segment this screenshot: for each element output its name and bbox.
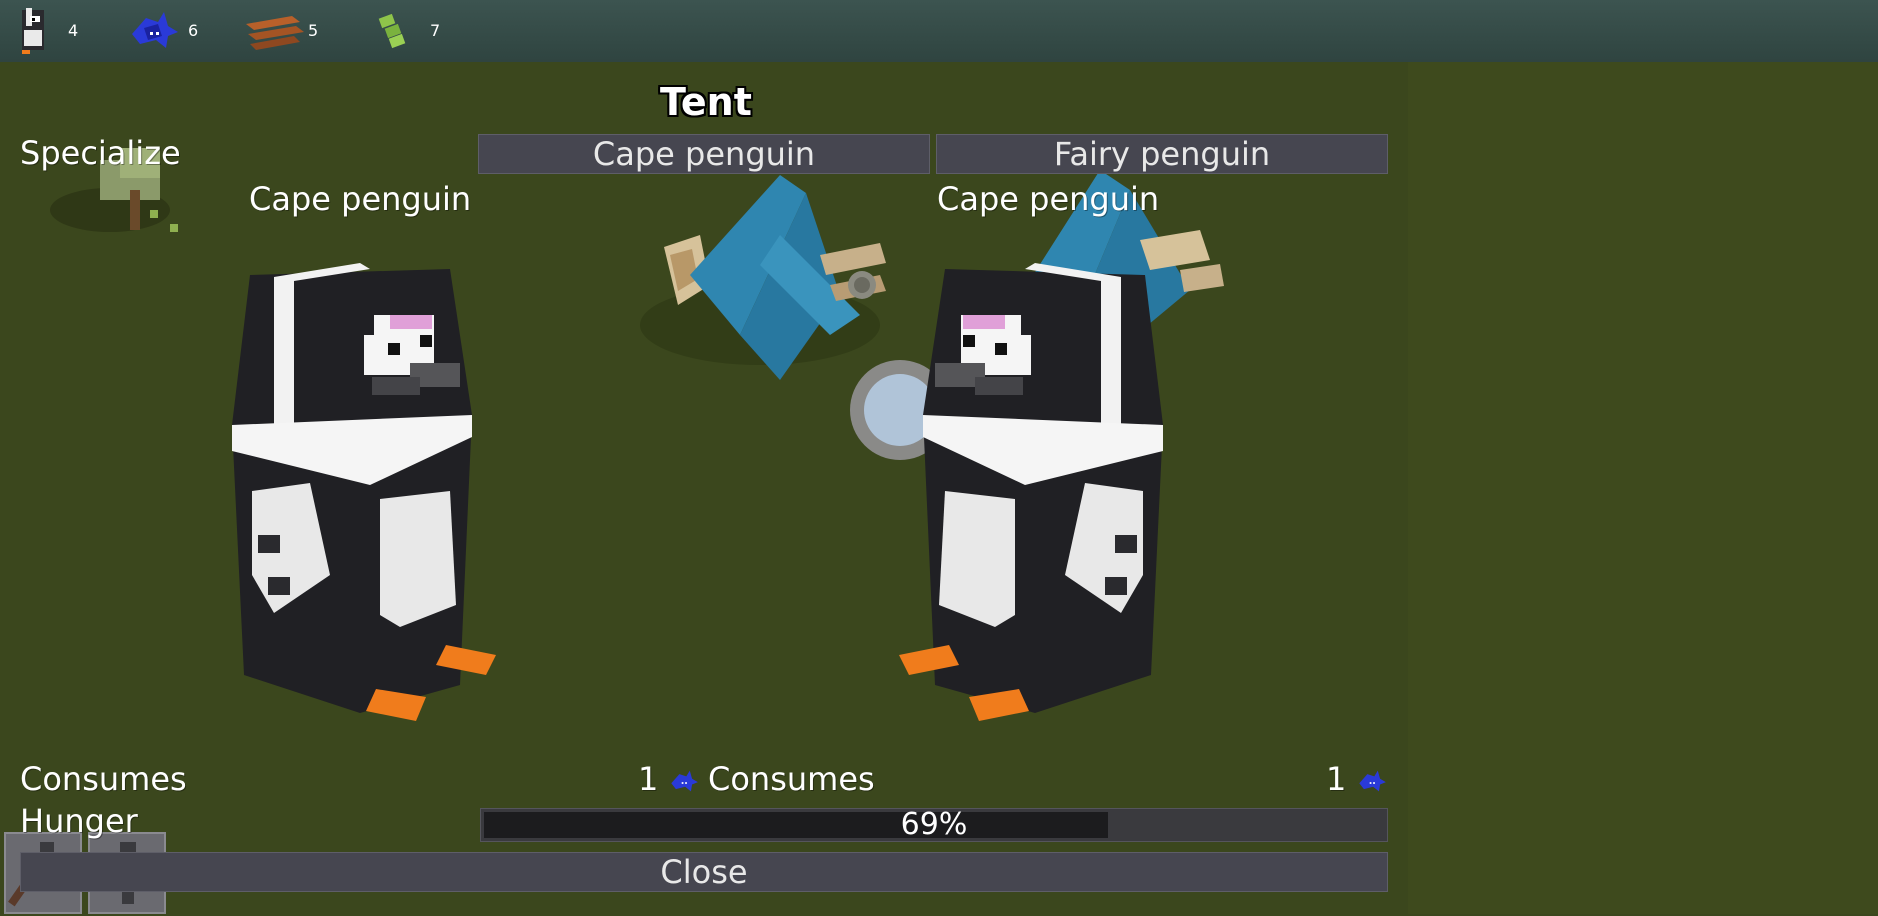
resource-count: 7 bbox=[430, 21, 441, 40]
resource-bar: 4 6 5 7 bbox=[0, 0, 1878, 62]
fish-icon bbox=[1358, 770, 1386, 792]
cape-penguin-button[interactable]: Cape penguin bbox=[478, 134, 930, 174]
consumes-amount: 1 bbox=[1326, 760, 1347, 798]
hunger-percent: 69% bbox=[900, 807, 968, 842]
specialize-label: Specialize bbox=[20, 134, 181, 172]
consumes-label-right: Consumes bbox=[708, 760, 875, 798]
resource-penguins: 4 bbox=[16, 8, 86, 54]
building-title: Tent bbox=[660, 80, 752, 124]
bamboo-icon bbox=[378, 13, 406, 49]
fairy-penguin-button[interactable]: Fairy penguin bbox=[936, 134, 1388, 174]
wood-logs-icon bbox=[246, 16, 304, 50]
consumes-amount-right: 1 bbox=[1326, 760, 1387, 798]
resource-wood: 5 bbox=[244, 8, 334, 54]
fish-icon bbox=[132, 12, 178, 48]
resource-count: 4 bbox=[68, 21, 79, 40]
penguin-icon bbox=[22, 8, 44, 54]
penguin-portrait-right bbox=[899, 263, 1163, 721]
target-penguin-name: Cape penguin bbox=[937, 180, 1160, 218]
penguin-portrait-left bbox=[232, 263, 496, 721]
resource-count: 5 bbox=[308, 21, 319, 40]
resource-bamboo: 7 bbox=[376, 8, 446, 54]
close-button[interactable]: Close bbox=[20, 852, 1388, 892]
resource-count: 6 bbox=[188, 21, 199, 40]
hunger-progress-bar: 69% bbox=[480, 808, 1388, 842]
consumes-amount-left: 1 bbox=[638, 760, 699, 798]
fish-icon bbox=[670, 770, 698, 792]
world-view bbox=[1408, 62, 1878, 914]
hunger-label: Hunger bbox=[20, 802, 138, 840]
consumes-amount: 1 bbox=[638, 760, 659, 798]
consumes-label-left: Consumes bbox=[20, 760, 187, 798]
resource-fish: 6 bbox=[128, 8, 198, 54]
current-penguin-name: Cape penguin bbox=[249, 180, 472, 218]
